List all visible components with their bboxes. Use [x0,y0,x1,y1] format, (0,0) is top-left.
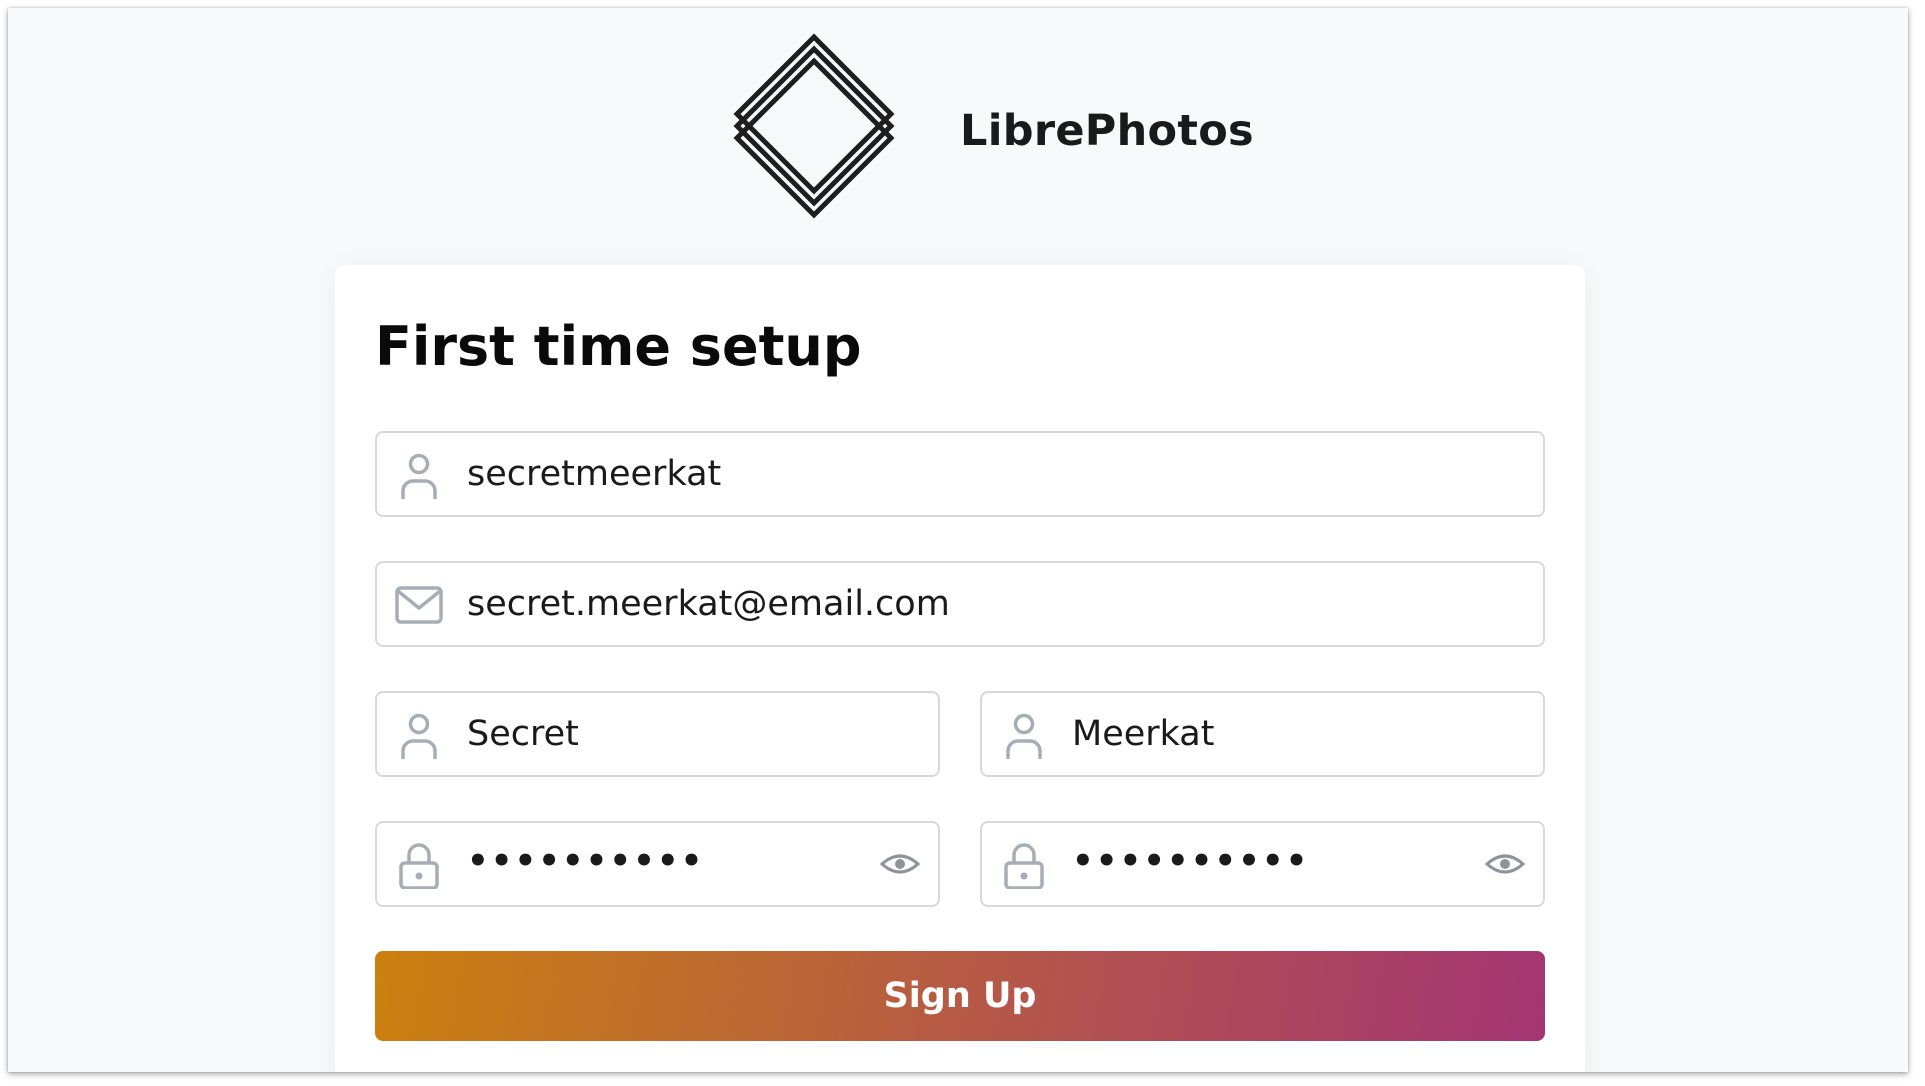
user-icon [1006,713,1042,759]
sign-up-button[interactable]: Sign Up [375,951,1545,1041]
last-name-field[interactable]: Meerkat [980,691,1545,777]
setup-card: First time setup secretmeerkat secret.me… [335,265,1585,1072]
username-value: secretmeerkat [467,454,722,494]
app-window: LibrePhotos First time setup secretmeerk… [8,8,1908,1072]
confirm-password-value: •••••••••• [1072,841,1310,881]
last-name-value: Meerkat [1072,714,1215,754]
user-icon [401,453,437,499]
lock-icon [399,843,439,889]
lock-icon [1004,843,1044,889]
user-icon [401,713,437,759]
eye-icon[interactable] [880,846,920,882]
email-value: secret.meerkat@email.com [467,584,950,624]
first-name-value: Secret [467,714,579,754]
header: LibrePhotos [8,8,1908,228]
eye-icon[interactable] [1485,846,1525,882]
confirm-password-field[interactable]: •••••••••• [980,821,1545,907]
email-field[interactable]: secret.meerkat@email.com [375,561,1545,647]
librephotos-logo-icon [733,33,895,219]
page-title: First time setup [375,315,862,378]
username-field[interactable]: secretmeerkat [375,431,1545,517]
first-name-field[interactable]: Secret [375,691,940,777]
password-value: •••••••••• [467,841,705,881]
brand-name: LibrePhotos [960,106,1254,156]
envelope-icon [395,586,443,624]
password-field[interactable]: •••••••••• [375,821,940,907]
